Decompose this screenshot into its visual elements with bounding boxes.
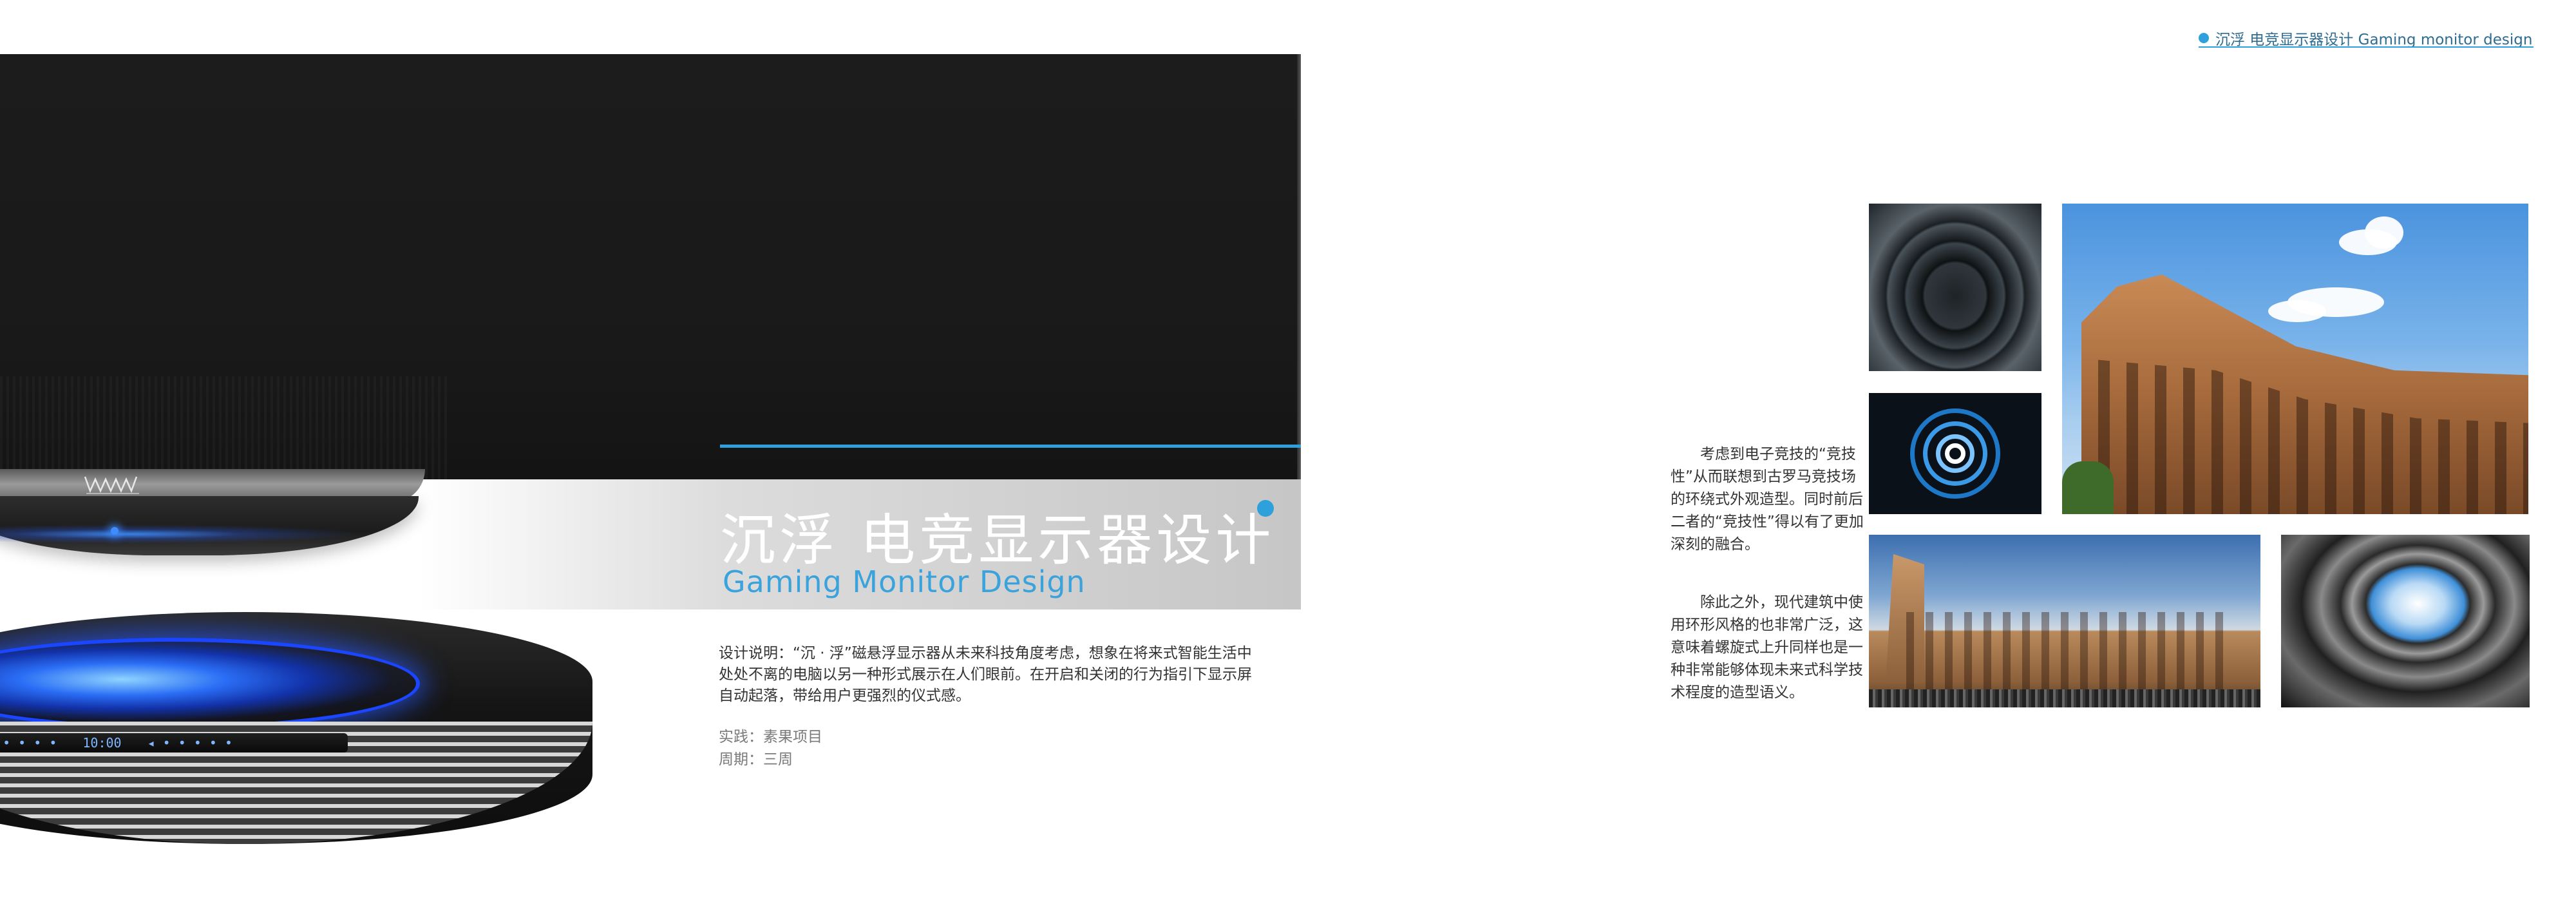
neck-light: [0, 524, 361, 544]
photo-tulou-interior: [1869, 204, 2041, 371]
design-description: 设计说明：“沉 · 浮”磁悬浮显示器从未来科技角度考虑，想象在将来式智能生活中处…: [719, 645, 1252, 704]
accent-line: [720, 445, 1301, 448]
photo-spiral-staircase: [1869, 393, 2041, 514]
panel-dots-right: ◂ • • • • •: [147, 735, 233, 751]
inspiration-paragraph-1: 考虑到电子竞技的“竞技性”从而联想到古罗马竞技场的环绕式外观造型。同时前后二者的…: [1671, 446, 1864, 553]
photo-colosseum-wide: [1869, 535, 2260, 707]
header-underline: [2199, 46, 2533, 48]
inspiration-paragraph-2: 除此之外，现代建筑中使用环形风格的也非常广泛，这意味着螺旋式上升同样也是一种非常…: [1671, 594, 1863, 701]
brand-logo: [84, 473, 142, 497]
screen-reflection: [0, 376, 451, 479]
base-glow-ring: [0, 638, 420, 729]
monitor-render: • • • • • 10:00 ◂ • • • • •: [0, 0, 1301, 911]
photo-ring-architecture: [2281, 535, 2530, 707]
panel-dots: • • • • •: [0, 735, 57, 751]
section-header: 沉浮 电竞显示器设计 Gaming monitor design: [2199, 27, 2532, 49]
page-subtitle: Gaming Monitor Design: [723, 564, 1086, 599]
screen-edge: [1297, 54, 1301, 479]
photo-colosseum-large: [2062, 204, 2528, 514]
monitor-base: • • • • • 10:00 ◂ • • • • •: [0, 612, 592, 844]
period-label: 周期：三周: [719, 751, 793, 768]
power-indicator-icon: [111, 527, 118, 535]
page-title: 沉浮 电竞显示器设计: [720, 508, 1275, 573]
section-header-text: 沉浮 电竞显示器设计 Gaming monitor design: [2215, 32, 2533, 48]
practice-label: 实践：素果项目: [719, 729, 822, 745]
header-dot-icon: [2199, 33, 2209, 43]
monitor-screen: [0, 54, 1301, 479]
blue-dot-icon: [1257, 500, 1274, 517]
base-display-panel: • • • • • 10:00 ◂ • • • • •: [0, 733, 348, 753]
base-display-time: 10:00: [82, 735, 122, 751]
